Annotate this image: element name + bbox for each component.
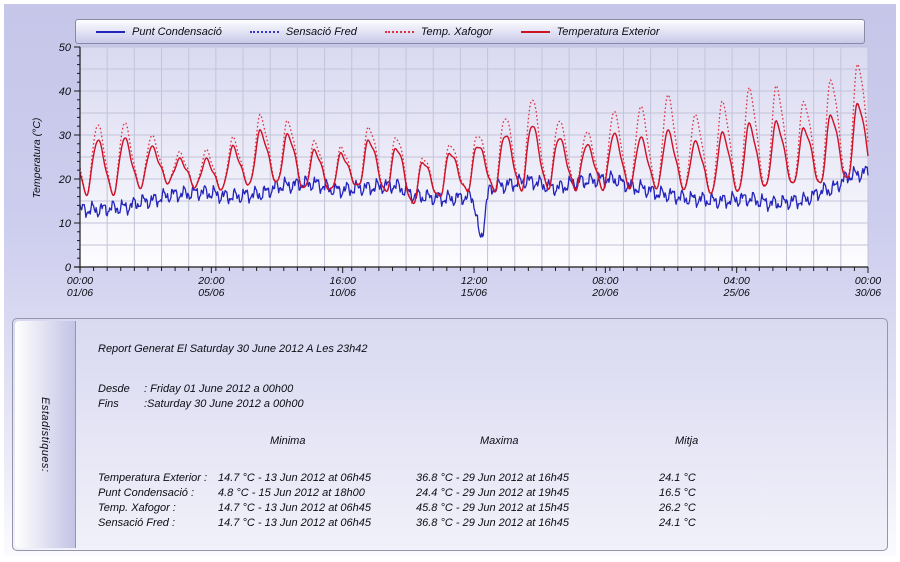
svg-text:50: 50 (59, 42, 72, 54)
legend-label: Punt Condensació (132, 26, 222, 38)
cell-c1: Temperatura Exterior : (98, 471, 218, 486)
statistics-table-row: Punt Condensació :4.8 °C - 15 Jun 2012 a… (98, 486, 887, 501)
statistics-table: Minima Maxima Mitja Temperatura Exterior… (98, 434, 887, 531)
legend-item-2: Temp. Xafogor (385, 26, 493, 38)
legend-line-swatch (521, 31, 550, 33)
desde-label: Desde (98, 383, 144, 395)
report-generated-line: Report Generat El Saturday 30 June 2012 … (98, 343, 887, 355)
svg-text:20/06: 20/06 (591, 287, 618, 299)
statistics-content: Report Generat El Saturday 30 June 2012 … (76, 319, 887, 550)
svg-text:30/06: 30/06 (855, 287, 881, 299)
svg-text:40: 40 (59, 86, 72, 98)
legend-item-3: Temperatura Exterior (521, 26, 660, 38)
legend-item-0: Punt Condensació (96, 26, 222, 38)
header-maxima: Maxima (416, 434, 659, 449)
svg-text:20: 20 (58, 174, 72, 186)
svg-text:10/06: 10/06 (330, 287, 356, 299)
cell-c1: Temp. Xafogor : (98, 501, 218, 516)
legend-line-swatch (250, 31, 279, 33)
cell-c3: 36.8 °C - 29 Jun 2012 at 16h45 (416, 516, 659, 531)
svg-text:16:00: 16:00 (330, 275, 356, 287)
statistics-sidebar-label: Estadistiques: (39, 397, 51, 472)
cell-c1: Sensació Fred : (98, 516, 218, 531)
header-mitja: Mitja (659, 434, 887, 449)
cell-c4: 24.1 °C (659, 516, 887, 531)
svg-text:0: 0 (65, 262, 72, 274)
statistics-table-header: Minima Maxima Mitja (98, 434, 887, 449)
desde-value: : Friday 01 June 2012 a 00h00 (144, 383, 293, 395)
statistics-table-row: Temperatura Exterior :14.7 °C - 13 Jun 2… (98, 471, 887, 486)
fins-label: Fins (98, 398, 144, 410)
cell-c2: 4.8 °C - 15 Jun 2012 at 18h00 (218, 486, 416, 501)
report-page: 0102030405000:0001/0620:0005/0616:0010/0… (2, 2, 898, 558)
svg-text:25/06: 25/06 (723, 287, 750, 299)
header-spacer (98, 434, 218, 449)
statistics-table-row: Temp. Xafogor :14.7 °C - 13 Jun 2012 at … (98, 501, 887, 516)
cell-c2: 14.7 °C - 13 Jun 2012 at 06h45 (218, 471, 416, 486)
legend-line-swatch (96, 31, 125, 33)
header-minima: Minima (218, 434, 416, 449)
cell-c2: 14.7 °C - 13 Jun 2012 at 06h45 (218, 501, 416, 516)
svg-text:15/06: 15/06 (461, 287, 487, 299)
range-from-line: Desde : Friday 01 June 2012 a 00h00 (98, 383, 887, 395)
cell-c3: 45.8 °C - 29 Jun 2012 at 15h45 (416, 501, 659, 516)
cell-c4: 24.1 °C (659, 471, 887, 486)
y-axis-title: Temperatura (°C) (31, 103, 43, 213)
chart-legend: Punt Condensació Sensació Fred Temp. Xafog… (75, 19, 865, 44)
svg-text:05/06: 05/06 (198, 287, 224, 299)
legend-line-swatch (385, 31, 414, 33)
legend-label: Sensació Fred (286, 26, 357, 38)
fins-value: :Saturday 30 June 2012 a 00h00 (144, 398, 304, 410)
legend-label: Temperatura Exterior (557, 26, 660, 38)
temperature-chart: 0102030405000:0001/0620:0005/0616:0010/0… (4, 4, 896, 316)
svg-text:08:00: 08:00 (592, 275, 618, 287)
cell-c1: Punt Condensació : (98, 486, 218, 501)
statistics-sidebar-tab: Estadistiques: (15, 321, 76, 548)
svg-text:12:00: 12:00 (461, 275, 487, 287)
cell-c3: 24.4 °C - 29 Jun 2012 at 19h45 (416, 486, 659, 501)
svg-text:04:00: 04:00 (724, 275, 750, 287)
cell-c3: 36.8 °C - 29 Jun 2012 at 16h45 (416, 471, 659, 486)
svg-text:30: 30 (59, 130, 72, 142)
svg-text:10: 10 (59, 218, 72, 230)
range-to-line: Fins :Saturday 30 June 2012 a 00h00 (98, 398, 887, 410)
cell-c4: 26.2 °C (659, 501, 887, 516)
svg-text:01/06: 01/06 (67, 287, 93, 299)
legend-label: Temp. Xafogor (421, 26, 493, 38)
svg-text:00:00: 00:00 (67, 275, 93, 287)
cell-c2: 14.7 °C - 13 Jun 2012 at 06h45 (218, 516, 416, 531)
statistics-panel: Estadistiques: Report Generat El Saturda… (12, 318, 888, 551)
statistics-table-row: Sensació Fred :14.7 °C - 13 Jun 2012 at … (98, 516, 887, 531)
legend-item-1: Sensació Fred (250, 26, 357, 38)
svg-text:00:00: 00:00 (855, 275, 881, 287)
svg-text:20:00: 20:00 (197, 275, 224, 287)
cell-c4: 16.5 °C (659, 486, 887, 501)
